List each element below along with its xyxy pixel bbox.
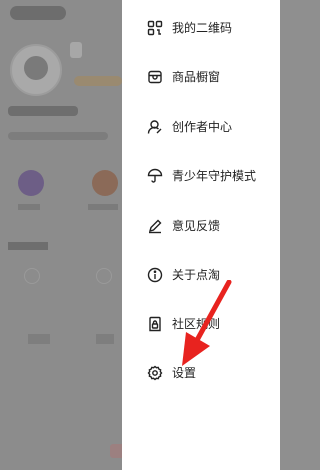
background-coin-pill: [74, 76, 122, 86]
menu-item-label: 青少年守护模式: [172, 169, 257, 183]
background-feature-label: [88, 204, 118, 210]
menu-item-label: 意见反馈: [172, 219, 221, 233]
menu-item-feedback[interactable]: 意见反馈: [122, 206, 280, 246]
gear-icon: [147, 365, 163, 381]
umbrella-icon: [147, 168, 163, 184]
side-drawer-menu: 我的二维码 商品橱窗 创作者中心 青少年守护模式 意见反馈 关于点淘 社区规则 …: [122, 0, 280, 470]
menu-item-youth-mode[interactable]: 青少年守护模式: [122, 156, 280, 196]
menu-item-label: 我的二维码: [172, 21, 233, 35]
background-feature-icon: [92, 170, 118, 196]
background-shortcut: [96, 334, 114, 344]
background-shortcut: [28, 334, 50, 344]
background-feature-icon: [18, 170, 44, 196]
background-section-title: [8, 242, 48, 250]
qr-code-icon: [147, 20, 163, 36]
menu-item-shop-window[interactable]: 商品橱窗: [122, 57, 280, 97]
shop-window-icon: [147, 69, 163, 85]
background-top-bar: [10, 6, 66, 20]
background-gift-icon: [110, 444, 122, 458]
background-stats: [8, 132, 108, 140]
dimmed-profile-page: [0, 0, 122, 470]
lock-document-icon: [147, 316, 163, 332]
menu-item-qr-code[interactable]: 我的二维码: [122, 8, 280, 48]
background-feature-label: [18, 204, 40, 210]
menu-item-label: 创作者中心: [172, 120, 233, 134]
background-badge: [70, 42, 82, 58]
menu-item-label: 商品橱窗: [172, 70, 221, 84]
pencil-icon: [147, 218, 163, 234]
background-username: [8, 106, 78, 116]
menu-item-creator-center[interactable]: 创作者中心: [122, 107, 280, 147]
red-arrow-annotation: [182, 280, 232, 366]
creator-icon: [147, 119, 163, 135]
background-dot: [96, 268, 112, 284]
info-icon: [147, 267, 163, 283]
background-avatar: [10, 44, 62, 96]
background-dot: [24, 268, 40, 284]
